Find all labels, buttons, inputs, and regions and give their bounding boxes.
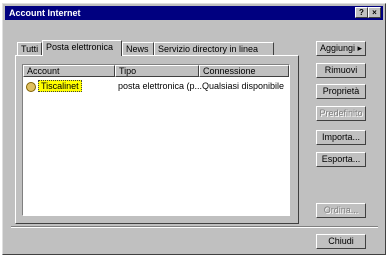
remove-button[interactable]: Rimuovi xyxy=(316,63,366,78)
account-name: Tiscalinet xyxy=(38,80,82,92)
window-title: Account Internet xyxy=(9,8,81,18)
tab-posta-elettronica[interactable]: Posta elettronica xyxy=(42,40,122,56)
column-header-label: Account xyxy=(27,66,60,76)
close-icon: × xyxy=(372,8,377,17)
tab-tutti[interactable]: Tutti xyxy=(17,42,42,55)
button-label: Predefinito xyxy=(319,108,363,118)
properties-button[interactable]: Proprietà xyxy=(316,84,366,99)
accounts-list[interactable]: Account Tipo Connessione Tiscalinet post… xyxy=(22,64,290,216)
column-header-connessione[interactable]: Connessione xyxy=(199,65,289,77)
divider xyxy=(11,226,378,228)
button-label: Esporta... xyxy=(321,154,361,164)
account-connection: Qualsiasi disponibile xyxy=(202,81,285,91)
button-label: Proprietà xyxy=(322,86,360,96)
export-button[interactable]: Esporta... xyxy=(316,152,366,167)
column-header-label: Tipo xyxy=(119,66,137,76)
button-label: Importa... xyxy=(321,132,360,142)
tab-panel: Account Tipo Connessione Tiscalinet post… xyxy=(15,55,299,224)
mail-account-icon xyxy=(26,81,36,92)
account-type: posta elettronica (p... xyxy=(118,81,203,91)
set-default-button[interactable]: Predefinito xyxy=(316,106,366,121)
list-item[interactable]: Tiscalinet xyxy=(26,80,82,92)
button-label: Chiudi xyxy=(328,236,354,246)
tab-label: Posta elettronica xyxy=(46,42,114,52)
column-header-label: Connessione xyxy=(203,66,256,76)
order-button[interactable]: Ordina... xyxy=(316,203,366,218)
close-button[interactable]: Chiudi xyxy=(316,234,366,249)
button-label: Rimuovi xyxy=(324,65,358,75)
import-button[interactable]: Importa... xyxy=(316,130,366,145)
close-window-button[interactable]: × xyxy=(368,7,381,18)
help-button[interactable]: ? xyxy=(355,7,368,18)
tab-label: News xyxy=(126,44,149,54)
button-label: Aggiungi xyxy=(319,43,355,53)
title-bar: Account Internet ? × xyxy=(5,6,383,20)
tab-news[interactable]: News xyxy=(122,42,154,55)
tab-label: Tutti xyxy=(21,44,39,54)
column-header-account[interactable]: Account xyxy=(23,65,115,77)
add-button[interactable]: Aggiungi ▸ xyxy=(316,41,366,56)
column-header-tipo[interactable]: Tipo xyxy=(115,65,199,77)
tab-label: Servizio directory in linea xyxy=(158,44,259,54)
arrow-right-icon: ▸ xyxy=(357,43,363,53)
help-icon: ? xyxy=(359,8,364,17)
button-label: Ordina... xyxy=(323,205,359,215)
account-internet-dialog: Account Internet ? × Tutti Posta elettro… xyxy=(2,3,386,255)
tab-servizio-directory[interactable]: Servizio directory in linea xyxy=(154,42,274,55)
